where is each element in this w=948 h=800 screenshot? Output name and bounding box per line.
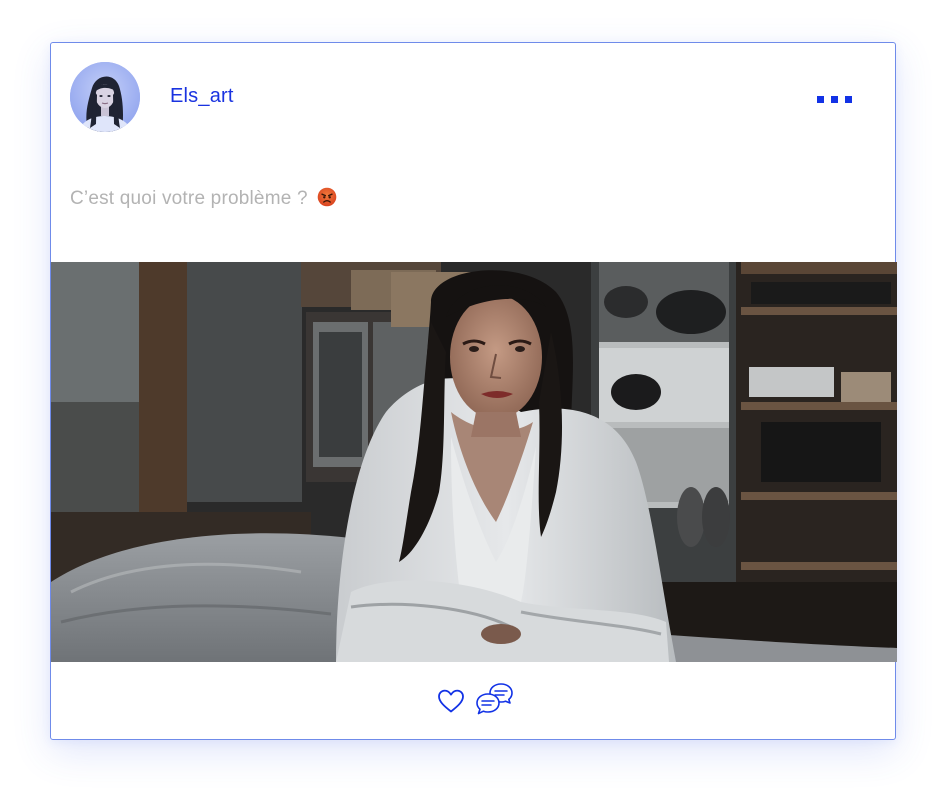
post-photo-image	[51, 262, 897, 662]
post-header: Els_art	[51, 43, 895, 153]
angry-face-icon	[317, 187, 337, 207]
post-author-username[interactable]: Els_art	[170, 85, 234, 108]
post-caption-text: C’est quoi votre problème ?	[70, 188, 308, 209]
heart-icon	[438, 689, 464, 713]
post-caption: C’est quoi votre problème ?	[70, 187, 337, 210]
post-photo[interactable]	[51, 262, 897, 662]
avatar-image	[70, 62, 140, 132]
post-actions	[51, 662, 895, 741]
comment-bubbles-icon	[476, 683, 513, 715]
more-options-button[interactable]	[813, 87, 857, 111]
post-card: Els_art C’est quoi votre problème ?	[50, 42, 897, 741]
avatar[interactable]	[70, 62, 140, 132]
comment-button[interactable]	[475, 681, 515, 719]
like-button[interactable]	[436, 686, 466, 716]
